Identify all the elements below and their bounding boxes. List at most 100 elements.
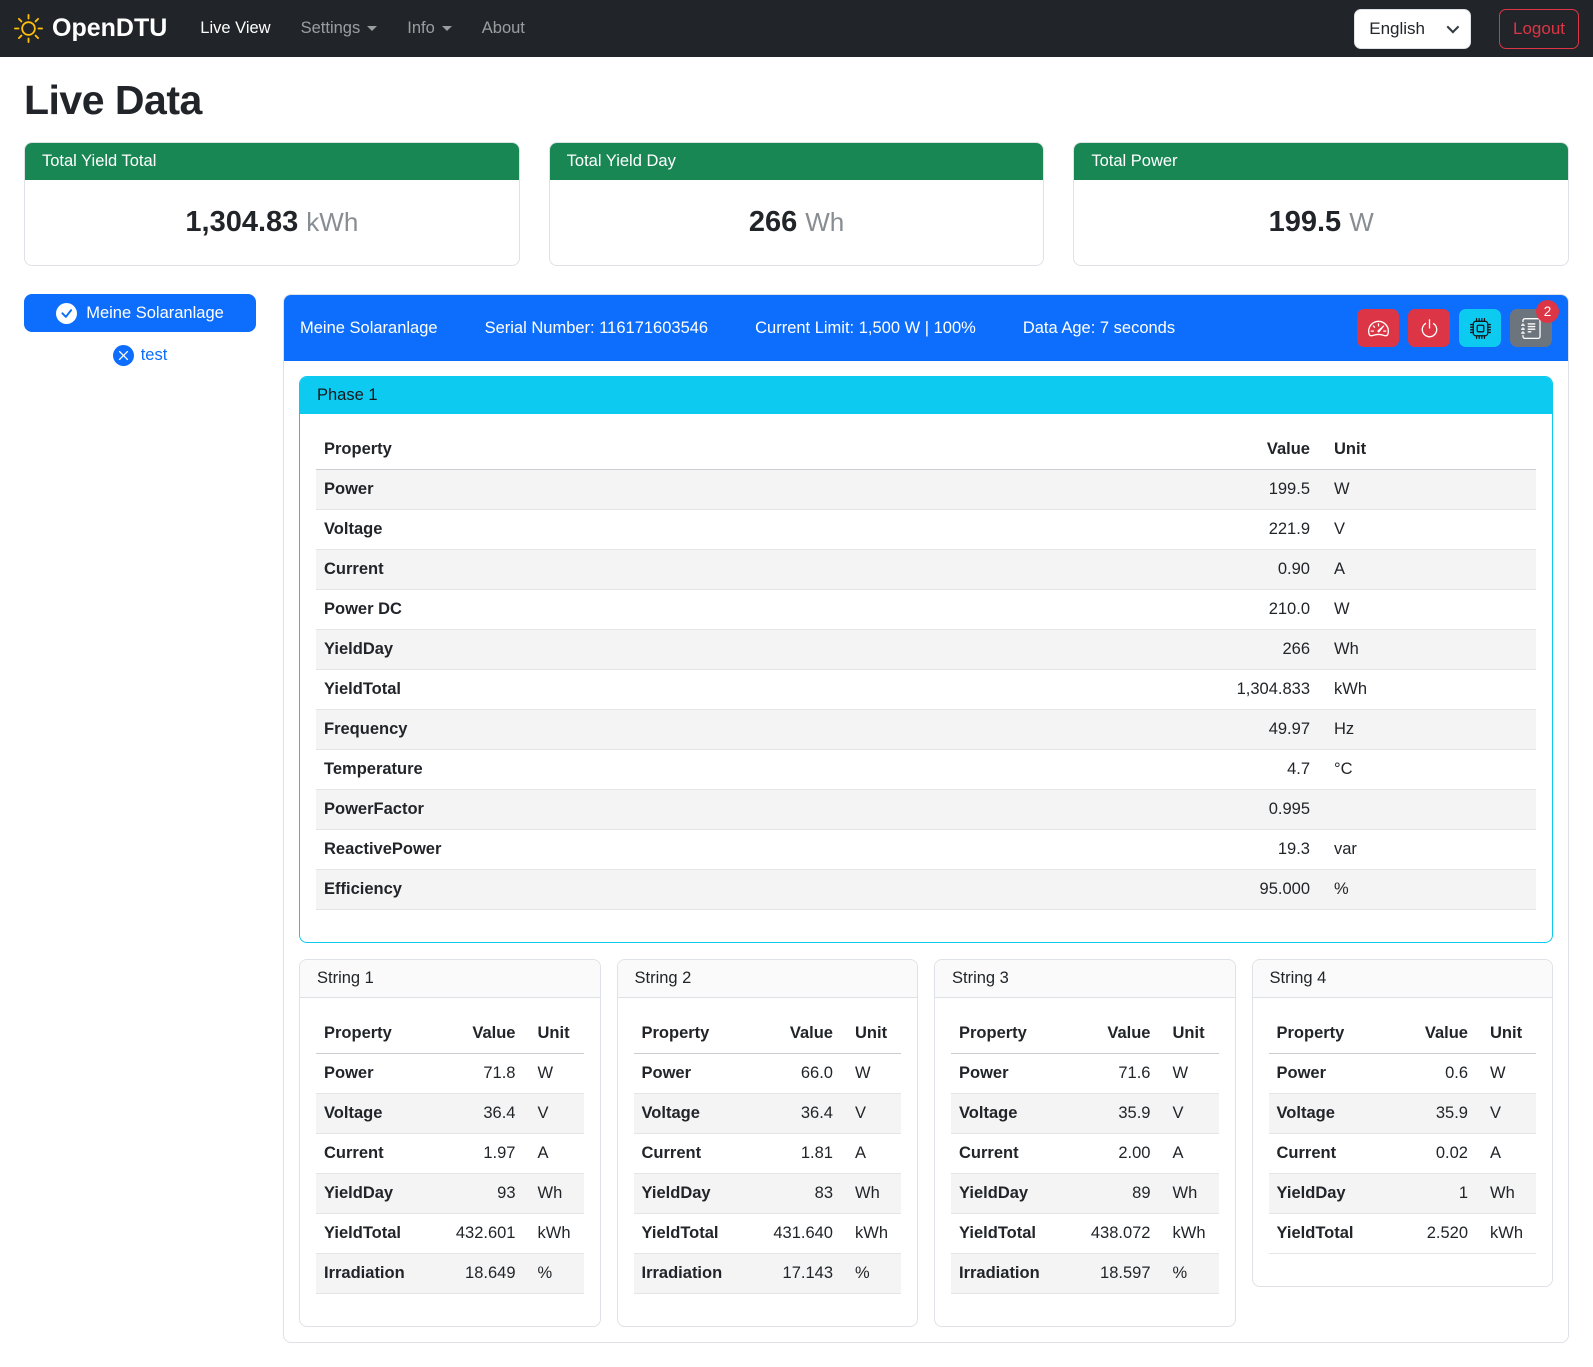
table-row: Voltage36.4V — [634, 1094, 902, 1134]
event-log-button[interactable]: 2 — [1510, 309, 1552, 347]
inverter-header-info: Meine Solaranlage Serial Number: 1161716… — [300, 319, 1175, 338]
device-info-button[interactable] — [1459, 309, 1501, 347]
inverter-current-limit: Current Limit: 1,500 W | 100% — [755, 319, 976, 338]
brand[interactable]: OpenDTU — [14, 14, 167, 43]
property-cell: Power — [634, 1054, 750, 1094]
column-header-property: Property — [1269, 1014, 1385, 1054]
power-toggle-button[interactable] — [1408, 309, 1450, 347]
event-count-badge: 2 — [1536, 300, 1559, 323]
value-cell: 221.9 — [1188, 510, 1318, 550]
string-3-card: String 3 Property Value Unit — [934, 959, 1236, 1327]
string-2-body: Property Value Unit Power66.0WVoltage36.… — [618, 998, 918, 1326]
table-row: YieldTotal1,304.833kWh — [316, 670, 1536, 710]
total-yield-day-unit: Wh — [805, 207, 844, 237]
table-header-row: Property Value Unit — [316, 1014, 584, 1054]
table-header-row: Property Value Unit — [316, 430, 1536, 470]
phase-1-card: Phase 1 Property Value Unit Power199.5WV… — [299, 376, 1553, 943]
limit-settings-button[interactable] — [1357, 309, 1399, 347]
table-header-row: Property Value Unit — [634, 1014, 902, 1054]
unit-cell: V — [1159, 1094, 1219, 1134]
table-row: Current0.90A — [316, 550, 1536, 590]
value-cell: 71.8 — [432, 1054, 524, 1094]
unit-cell: V — [1318, 510, 1536, 550]
value-cell: 431.640 — [749, 1214, 841, 1254]
logout-button[interactable]: Logout — [1499, 9, 1579, 49]
value-cell: 89 — [1067, 1174, 1159, 1214]
unit-cell: kWh — [524, 1214, 584, 1254]
string-3-header: String 3 — [935, 960, 1235, 998]
property-cell: ReactivePower — [316, 830, 1188, 870]
string-1-card: String 1 Property Value Unit — [299, 959, 601, 1327]
table-row: PowerFactor0.995 — [316, 790, 1536, 830]
column-header-property: Property — [951, 1014, 1067, 1054]
table-row: Irradiation18.649% — [316, 1254, 584, 1294]
column-header-value: Value — [749, 1014, 841, 1054]
table-row: YieldDay266Wh — [316, 630, 1536, 670]
property-cell: Current — [316, 550, 1188, 590]
inverter-select-label: Meine Solaranlage — [86, 304, 224, 323]
brand-label: OpenDTU — [52, 14, 167, 43]
x-circle-icon — [113, 345, 134, 366]
property-cell: Voltage — [316, 1094, 432, 1134]
unit-cell: A — [1476, 1134, 1536, 1174]
unit-cell: °C — [1318, 750, 1536, 790]
table-row: YieldTotal432.601kWh — [316, 1214, 584, 1254]
nav-item-live-view[interactable]: Live View — [185, 9, 285, 48]
table-row: YieldTotal438.072kWh — [951, 1214, 1219, 1254]
unit-cell: Wh — [841, 1174, 901, 1214]
string-1-header: String 1 — [300, 960, 600, 998]
inverter-action-buttons: 2 — [1357, 309, 1552, 347]
string-1-table: Property Value Unit Power71.8WVoltage36.… — [316, 1014, 584, 1294]
top-navbar: OpenDTU Live View Settings Info About En… — [0, 0, 1593, 57]
column-header-value: Value — [432, 1014, 524, 1054]
language-select[interactable]: English — [1354, 9, 1471, 49]
value-cell: 66.0 — [749, 1054, 841, 1094]
card-body: 266Wh — [550, 180, 1044, 265]
unit-cell: V — [1476, 1094, 1536, 1134]
column-header-value: Value — [1384, 1014, 1476, 1054]
property-cell: YieldTotal — [634, 1214, 750, 1254]
table-row: Power199.5W — [316, 470, 1536, 510]
string-2-table: Property Value Unit Power66.0WVoltage36.… — [634, 1014, 902, 1294]
string-4-card: String 4 Property Value Unit — [1252, 959, 1554, 1287]
nav-item-settings[interactable]: Settings — [286, 9, 393, 48]
value-cell: 49.97 — [1188, 710, 1318, 750]
inverter-name: Meine Solaranlage — [300, 319, 438, 338]
column-header-property: Property — [316, 430, 1188, 470]
property-cell: YieldDay — [316, 630, 1188, 670]
property-cell: YieldTotal — [951, 1214, 1067, 1254]
table-row: Voltage35.9V — [951, 1094, 1219, 1134]
string-1-body: Property Value Unit Power71.8WVoltage36.… — [300, 998, 600, 1326]
value-cell: 0.02 — [1384, 1134, 1476, 1174]
nav-item-info[interactable]: Info — [392, 9, 467, 48]
total-power-unit: W — [1349, 207, 1374, 237]
unit-cell: kWh — [1476, 1214, 1536, 1254]
nav-links: Live View Settings Info About — [185, 9, 540, 48]
value-cell: 93 — [432, 1174, 524, 1214]
table-row: Irradiation18.597% — [951, 1254, 1219, 1294]
value-cell: 438.072 — [1067, 1214, 1159, 1254]
table-row: YieldDay93Wh — [316, 1174, 584, 1214]
inverter-data-age: Data Age: 7 seconds — [1023, 319, 1175, 338]
inverter-select-button-active[interactable]: Meine Solaranlage — [24, 294, 256, 332]
unit-cell: % — [524, 1254, 584, 1294]
unit-cell: Wh — [1318, 630, 1536, 670]
property-cell: YieldTotal — [316, 1214, 432, 1254]
card-header: Total Yield Day — [550, 143, 1044, 180]
inverter-selector-sidebar: Meine Solaranlage test — [24, 294, 256, 366]
property-cell: Power — [316, 1054, 432, 1094]
property-cell: Voltage — [316, 510, 1188, 550]
inverter-select-item-test[interactable]: test — [24, 345, 256, 366]
table-row: YieldDay1Wh — [1269, 1174, 1537, 1214]
table-row: YieldTotal2.520kWh — [1269, 1214, 1537, 1254]
property-cell: Irradiation — [316, 1254, 432, 1294]
table-row: Temperature4.7°C — [316, 750, 1536, 790]
property-cell: YieldTotal — [316, 670, 1188, 710]
string-4-table: Property Value Unit Power0.6WVoltage35.9… — [1269, 1014, 1537, 1254]
table-row: YieldDay89Wh — [951, 1174, 1219, 1214]
nav-item-about[interactable]: About — [467, 9, 540, 48]
property-cell: Current — [634, 1134, 750, 1174]
inverter-serial: Serial Number: 116171603546 — [485, 319, 709, 338]
unit-cell: Hz — [1318, 710, 1536, 750]
value-cell: 71.6 — [1067, 1054, 1159, 1094]
